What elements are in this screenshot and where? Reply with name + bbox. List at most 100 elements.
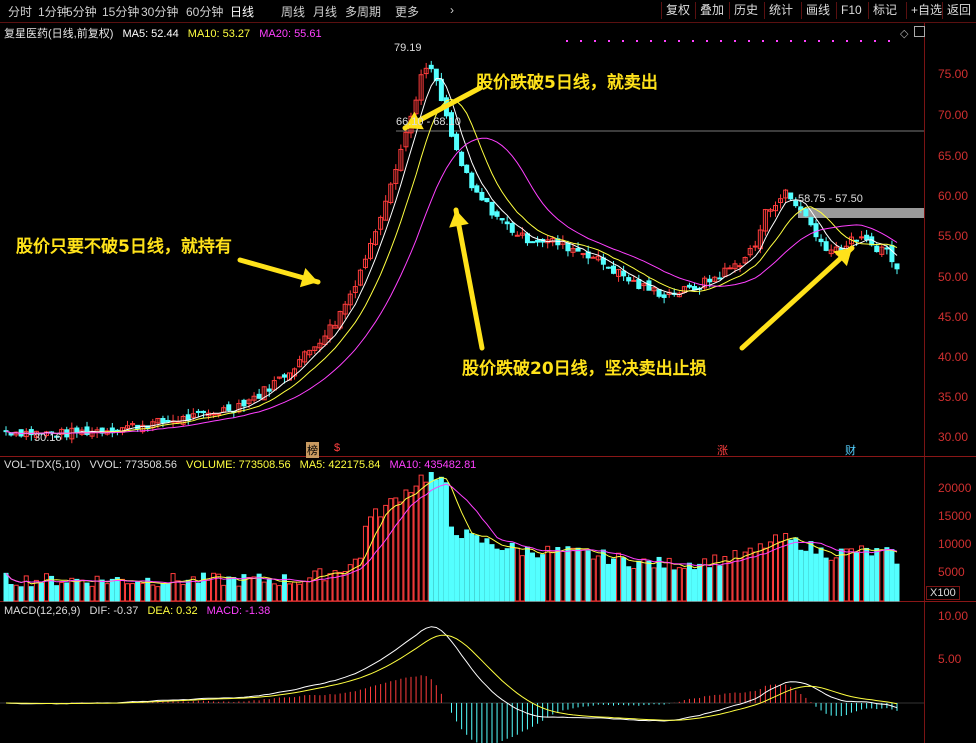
- price-tick: 35.00: [938, 390, 969, 404]
- volume-bar: [565, 546, 571, 602]
- volume-bar: [251, 576, 257, 602]
- volume-bar: [494, 548, 500, 602]
- volume-bar: [94, 575, 100, 602]
- candle: [494, 211, 500, 217]
- candle: [707, 278, 713, 283]
- marker-cai[interactable]: 财: [845, 442, 856, 458]
- volume-bar: [717, 565, 723, 602]
- volume-bar: [459, 538, 465, 602]
- volume-bar: [641, 558, 647, 602]
- candle: [200, 410, 206, 414]
- price-tick: 75.00: [938, 67, 969, 81]
- volume-tick: 20000: [938, 481, 972, 495]
- volume-bar: [489, 544, 495, 602]
- dot-mark: [762, 40, 764, 42]
- volume-bar: [474, 535, 480, 602]
- volume-bar: [509, 542, 515, 602]
- candle: [428, 64, 434, 70]
- volume-bar: [261, 581, 267, 602]
- arrow-break-ma20-2: [739, 245, 855, 351]
- volume-bar: [23, 575, 29, 602]
- volume-bar: [590, 558, 596, 602]
- volume-bar: [393, 497, 399, 602]
- arrow-hold-ma5-head: [299, 268, 318, 288]
- volume-unit-badge: X100: [926, 586, 960, 600]
- volume-bar: [843, 548, 849, 602]
- volume-bar: [165, 582, 171, 602]
- volume-bar: [686, 562, 692, 602]
- volume-tick: 15000: [938, 509, 972, 523]
- volume-tick: 10000: [938, 537, 972, 551]
- volume-bar: [3, 572, 9, 602]
- dot-mark: [636, 40, 638, 42]
- price-tick: 50.00: [938, 270, 969, 284]
- dot-mark: [888, 40, 890, 42]
- volume-bar: [585, 550, 591, 602]
- volume-bar: [854, 552, 859, 602]
- candle: [226, 404, 232, 411]
- volume-bar: [611, 558, 616, 602]
- macd-tick: 5.00: [938, 652, 962, 666]
- arrow-break-ma20: [453, 207, 485, 351]
- candle: [889, 244, 895, 263]
- price-tick: 55.00: [938, 229, 969, 243]
- volume-bar: [236, 585, 242, 602]
- volume-bar: [661, 567, 667, 602]
- volume-bar: [600, 549, 606, 602]
- volume-bar: [778, 541, 784, 602]
- volume-bar: [651, 567, 657, 602]
- volume-bar: [550, 551, 556, 602]
- window-mode-icon[interactable]: [914, 26, 925, 37]
- candle: [894, 263, 900, 270]
- volume-bar: [499, 550, 505, 602]
- candle: [803, 208, 809, 217]
- volume-bar: [884, 547, 890, 602]
- candle: [580, 253, 586, 256]
- dot-mark: [706, 40, 708, 42]
- candle: [818, 238, 824, 243]
- candle: [524, 233, 530, 244]
- price-tick: 65.00: [938, 149, 969, 163]
- candle: [459, 151, 465, 167]
- candle: [692, 286, 697, 291]
- candle: [479, 191, 485, 201]
- candle: [266, 388, 272, 392]
- candle: [438, 78, 444, 102]
- dot-mark: [804, 40, 806, 42]
- candle: [686, 284, 692, 288]
- candle: [535, 239, 541, 243]
- volume-bar: [676, 567, 682, 602]
- low-price-label: 30.16: [34, 432, 62, 444]
- volume-bar: [150, 584, 156, 602]
- marker-dollar[interactable]: $: [334, 442, 340, 454]
- dot-mark: [818, 40, 820, 42]
- volume-bar: [808, 541, 814, 602]
- volume-bar: [79, 579, 85, 602]
- candle: [636, 279, 642, 289]
- dot-mark: [790, 40, 792, 42]
- diamond-icon[interactable]: ◇: [900, 27, 908, 40]
- candle: [808, 217, 814, 226]
- volume-bar: [798, 549, 804, 602]
- volume-bar: [443, 482, 449, 602]
- volume-bar: [504, 548, 510, 602]
- volume-bar: [302, 581, 308, 602]
- volume-bar: [287, 583, 292, 602]
- marker-bang[interactable]: 榜: [306, 442, 319, 458]
- volume-bar: [454, 535, 460, 602]
- dot-mark: [860, 40, 862, 42]
- volume-bar: [848, 548, 854, 602]
- candle: [241, 399, 247, 407]
- volume-bar: [271, 583, 277, 602]
- volume-bar: [180, 584, 186, 602]
- candle: [499, 218, 505, 221]
- volume-bar: [54, 585, 60, 602]
- volume-bar: [266, 579, 272, 602]
- volume-bar: [540, 554, 546, 602]
- marker-zhang[interactable]: 涨: [717, 442, 728, 458]
- volume-bar: [378, 516, 384, 602]
- dot-mark: [832, 40, 834, 42]
- volume-bar: [13, 584, 19, 602]
- price-tick: 30.00: [938, 430, 969, 444]
- volume-bar: [231, 577, 237, 602]
